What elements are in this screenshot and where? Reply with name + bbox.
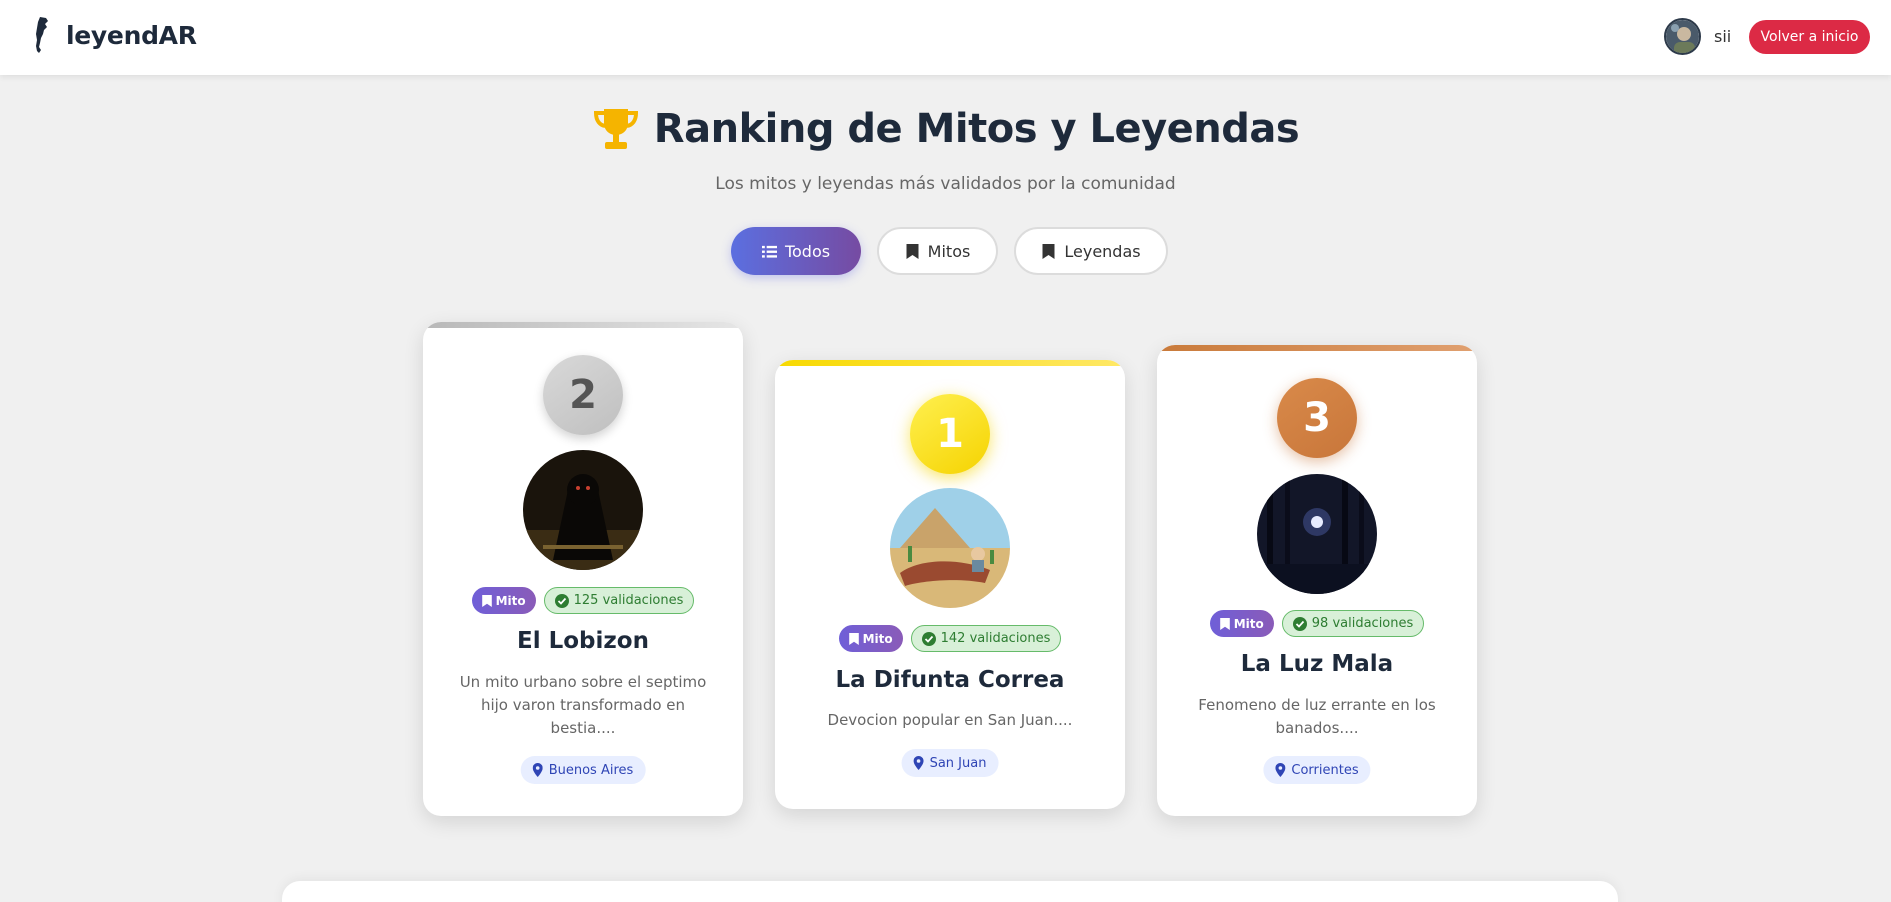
bookmark-icon — [481, 594, 492, 607]
ranking-list-panel — [282, 881, 1618, 902]
page-title: Ranking de Mitos y Leyendas — [653, 106, 1300, 152]
user-avatar[interactable] — [1664, 18, 1701, 55]
legend-image — [890, 488, 1010, 608]
map-pin-icon — [913, 756, 924, 770]
back-home-button[interactable]: Volver a inicio — [1749, 20, 1870, 54]
check-circle-icon — [554, 593, 569, 608]
legend-image — [523, 450, 643, 570]
ranking-card-second[interactable]: 2 Mito 125 validaciones El Lobizon Un mi… — [423, 322, 743, 816]
filter-tab-label: Todos — [784, 241, 831, 261]
validations-count: 125 validaciones — [573, 593, 684, 608]
brand[interactable]: leyendAR — [32, 16, 197, 54]
location-label: Buenos Aires — [548, 762, 634, 778]
card-description: Fenomeno de luz errante en los banados..… — [1198, 696, 1436, 737]
trophy-icon — [593, 109, 638, 149]
location-tag: San Juan — [901, 749, 999, 777]
ranking-card-third[interactable]: 3 Mito 98 validaciones La Luz Mala Fenom… — [1157, 345, 1477, 816]
brand-name: leyendAR — [66, 20, 197, 50]
user-name: sii — [1714, 27, 1732, 46]
check-circle-icon — [1292, 616, 1307, 631]
filter-tab-label: Mitos — [927, 241, 971, 261]
type-badge: Mito — [471, 587, 536, 614]
location-tag: Buenos Aires — [520, 756, 646, 784]
avatar-image-icon — [1666, 20, 1699, 53]
bookmark-icon — [906, 243, 919, 259]
card-badges: Mito 98 validaciones — [1157, 610, 1477, 637]
page-header: Ranking de Mitos y Leyendas — [0, 106, 1891, 152]
top-navbar: leyendAR sii Volver a inicio — [0, 0, 1891, 75]
bookmark-icon — [1219, 617, 1230, 630]
filter-tab-leyendas[interactable]: Leyendas — [1014, 227, 1168, 275]
gold-stripe — [775, 360, 1125, 366]
type-badge: Mito — [838, 625, 903, 652]
page-subtitle: Los mitos y leyendas más validados por l… — [715, 174, 1176, 194]
card-title: El Lobizon — [517, 628, 649, 654]
rank-badge: 3 — [1277, 378, 1357, 458]
filter-tab-todos[interactable]: Todos — [731, 227, 861, 275]
map-pin-icon — [1275, 763, 1286, 777]
type-badge: Mito — [1209, 610, 1274, 637]
rank-badge: 2 — [543, 355, 623, 435]
card-badges: Mito 142 validaciones — [775, 625, 1125, 652]
validations-count: 142 validaciones — [940, 631, 1051, 646]
werewolf-image-icon — [523, 450, 643, 570]
card-title: La Luz Mala — [1240, 651, 1394, 677]
argentina-map-logo-icon — [36, 17, 48, 53]
type-label: Mito — [495, 593, 526, 608]
card-title: La Difunta Correa — [835, 667, 1065, 693]
validations-count: 98 validaciones — [1311, 616, 1414, 631]
legend-image — [1257, 474, 1377, 594]
check-circle-icon — [921, 631, 936, 646]
filter-tab-mitos[interactable]: Mitos — [877, 227, 998, 275]
type-label: Mito — [1233, 616, 1264, 631]
ranking-card-first[interactable]: 1 Mito 142 validaciones La Difunta Corre… — [775, 360, 1125, 809]
map-pin-icon — [532, 763, 543, 777]
luz-mala-image-icon — [1257, 474, 1377, 594]
location-label: San Juan — [929, 755, 987, 771]
bookmark-icon — [1042, 243, 1055, 259]
filter-tab-label: Leyendas — [1064, 241, 1141, 261]
bookmark-icon — [848, 632, 859, 645]
list-icon — [761, 245, 777, 258]
card-description: Un mito urbano sobre el septimo hijo var… — [459, 673, 707, 737]
location-label: Corrientes — [1291, 762, 1359, 778]
location-tag: Corrientes — [1263, 756, 1371, 784]
validations-badge: 125 validaciones — [543, 587, 695, 614]
type-label: Mito — [862, 631, 893, 646]
rank-badge: 1 — [910, 394, 990, 474]
bronze-stripe — [1157, 345, 1477, 351]
card-badges: Mito 125 validaciones — [423, 587, 743, 614]
validations-badge: 98 validaciones — [1281, 610, 1425, 637]
difunta-correa-image-icon — [890, 488, 1010, 608]
card-description: Devocion popular en San Juan.... — [827, 711, 1073, 729]
silver-stripe — [423, 322, 743, 328]
validations-badge: 142 validaciones — [910, 625, 1062, 652]
